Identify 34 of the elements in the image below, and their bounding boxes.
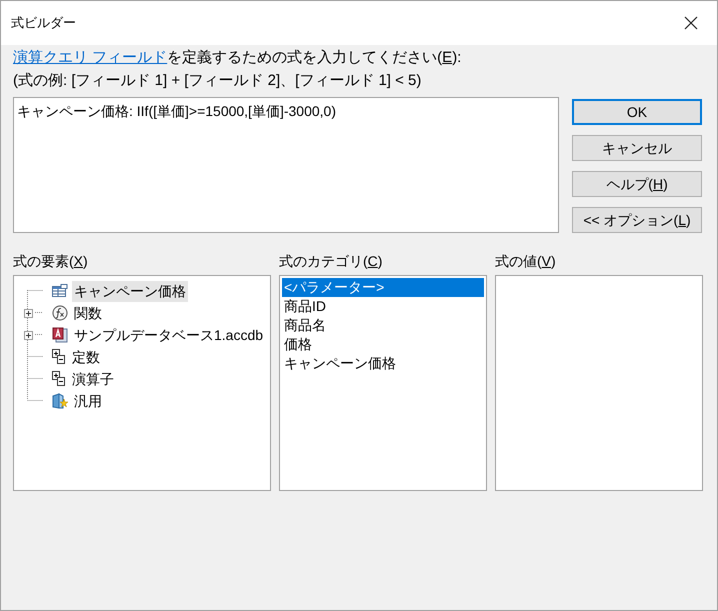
elements-tree[interactable]: キャンペーン価格 関数 サンプルデータベース1.accdb 定数 演算子 汎用: [13, 275, 271, 491]
example-text: (式の例: [フィールド 1] + [フィールド 2]、[フィールド 1] < 5): [13, 70, 422, 91]
list-item[interactable]: <パラメーター>: [282, 278, 484, 297]
dialog-button[interactable]: OK: [572, 99, 702, 125]
expand-icon[interactable]: [24, 330, 32, 340]
tree-item[interactable]: 演算子: [70, 368, 116, 390]
tree-item[interactable]: サンプルデータベース1.accdb: [72, 324, 266, 346]
book-star-icon: [52, 393, 68, 409]
function-icon: [52, 305, 68, 321]
plus-minus-icon: [52, 349, 66, 365]
close-icon: [684, 16, 698, 30]
list-label: 式の要素(X): [13, 252, 89, 271]
category-list[interactable]: <パラメーター> 商品ID 商品名 価格 キャンペーン価格: [279, 275, 487, 491]
list-item[interactable]: 商品ID: [282, 297, 484, 316]
instruction-text: を定義するための式を入力してください(E):: [167, 48, 462, 68]
tree-item[interactable]: 汎用: [72, 390, 104, 412]
tree-item[interactable]: キャンペーン価格: [72, 280, 188, 302]
list-item[interactable]: キャンペーン価格: [282, 354, 484, 373]
list-item[interactable]: 価格: [282, 335, 484, 354]
tree-item[interactable]: 定数: [70, 346, 102, 368]
plus-minus-icon: [52, 371, 66, 387]
database-icon: [52, 327, 68, 343]
expand-icon[interactable]: [24, 308, 32, 318]
list-label: 式のカテゴリ(C): [279, 252, 384, 271]
calculated-field-link[interactable]: 演算クエリ フィールド: [13, 46, 168, 70]
dialog-button[interactable]: << オプション(L): [572, 207, 702, 233]
table-field-icon: [52, 284, 68, 298]
dialog-button[interactable]: キャンセル: [572, 135, 702, 161]
list-label: 式の値(V): [495, 252, 557, 271]
tree-item[interactable]: 関数: [72, 302, 104, 324]
window-title: 式ビルダー: [11, 14, 76, 32]
dialog-button[interactable]: ヘルプ(H): [572, 171, 702, 197]
list-item[interactable]: 商品名: [282, 316, 484, 335]
expression-field[interactable]: キャンペーン価格: IIf([単価]>=15000,[単価]-3000,0): [13, 97, 559, 233]
